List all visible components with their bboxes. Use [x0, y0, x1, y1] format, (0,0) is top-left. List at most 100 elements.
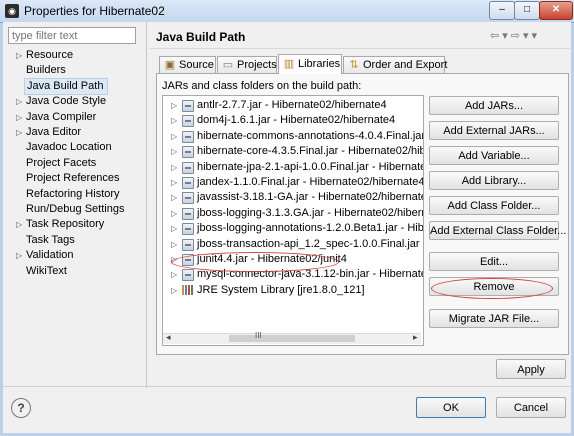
title-bar[interactable]: ◉ Properties for Hibernate02 – □ ✕ [0, 0, 574, 23]
add-external-jars-button[interactable]: Add External JARs... [429, 121, 559, 140]
forward-arrow-icon[interactable]: ⇨ [511, 30, 523, 42]
migrate-jar-button[interactable]: Migrate JAR File... [429, 309, 559, 328]
tree-item[interactable]: Run/Debug Settings [8, 202, 124, 217]
library-row[interactable]: ▷ antlr-2.7.7.jar - Hibernate02/hibernate… [163, 98, 423, 113]
expand-arrow-icon[interactable]: ▷ [171, 283, 179, 298]
minimize-button[interactable]: – [489, 1, 515, 20]
tree-item-label: Project References [26, 172, 120, 185]
page-navigation: ⇦▾⇨▾▾ [490, 29, 540, 42]
add-class-folder-button[interactable]: Add Class Folder... [429, 196, 559, 215]
tree-item[interactable]: Project Facets [8, 156, 96, 171]
filter-input[interactable] [8, 27, 136, 44]
expand-arrow-icon[interactable]: ▷ [171, 190, 179, 205]
scroll-left-arrow-icon[interactable]: ◂ [166, 332, 171, 343]
scrollbar-thumb[interactable] [229, 335, 355, 342]
library-label: javassist-3.18.1-GA.jar - Hibernate02/hi… [197, 191, 424, 204]
expand-arrow-icon[interactable]: ▷ [171, 206, 179, 221]
jars-label: JARs and class folders on the build path… [162, 80, 362, 92]
maximize-button[interactable]: □ [514, 1, 540, 20]
tab-libraries[interactable]: ▥ Libraries [278, 54, 342, 74]
tree-item-label: Validation [26, 249, 74, 262]
tree-item[interactable]: ▷ Task Repository [8, 217, 104, 232]
back-arrow-icon[interactable]: ⇦ [490, 30, 502, 42]
expand-arrow-icon[interactable]: ▷ [171, 175, 179, 190]
library-label: hibernate-jpa-2.1-api-1.0.0.Final.jar - … [197, 160, 424, 173]
jar-icon [182, 100, 194, 112]
expand-arrow-icon[interactable]: ▷ [16, 125, 24, 140]
library-label: jboss-logging-annotations-1.2.0.Beta1.ja… [197, 222, 424, 235]
tree-item-label: Java Editor [26, 126, 82, 138]
jar-icon [182, 115, 194, 128]
library-row[interactable]: ▷ javassist-3.18.1-GA.jar - Hibernate02/h… [163, 190, 424, 205]
expand-arrow-icon[interactable]: ▷ [171, 237, 179, 252]
apply-button[interactable]: Apply [496, 359, 566, 379]
library-row[interactable]: ▷ jboss-logging-annotations-1.2.0.Beta1.j… [163, 221, 424, 236]
add-library-button[interactable]: Add Library... [429, 171, 559, 190]
expand-arrow-icon[interactable]: ▷ [171, 129, 179, 144]
expand-arrow-icon[interactable]: ▷ [16, 217, 24, 232]
tree-item-label: Javadoc Location [26, 141, 112, 154]
library-row[interactable]: ▷ dom4j-1.6.1.jar - Hibernate02/hibernate… [163, 113, 423, 128]
ok-button[interactable]: OK [416, 397, 486, 418]
add-variable-button[interactable]: Add Variable... [429, 146, 559, 165]
expand-arrow-icon[interactable]: ▷ [16, 94, 24, 109]
help-icon[interactable]: ? [11, 398, 31, 418]
expand-arrow-icon[interactable]: ▷ [171, 113, 179, 128]
jar-icon [182, 161, 194, 174]
projects-icon: ▭ [222, 59, 234, 71]
tree-item[interactable]: Java Build Path [24, 77, 109, 95]
tree-item[interactable]: Builders [8, 63, 66, 78]
tree-item[interactable]: ▷ Resource [8, 48, 73, 63]
add-jars-button[interactable]: Add JARs... [429, 96, 559, 115]
libraries-icon: ▥ [283, 58, 295, 70]
pane-divider[interactable] [146, 22, 147, 388]
library-row[interactable]: ▷ hibernate-jpa-2.1-api-1.0.0.Final.jar -… [163, 160, 424, 175]
expand-arrow-icon[interactable]: ▷ [171, 98, 179, 113]
scroll-right-arrow-icon[interactable]: ▸ [413, 332, 418, 343]
library-row[interactable]: ▷ jboss-transaction-api_1.2_spec-1.0.0.Fi… [163, 237, 423, 252]
tree-item[interactable]: ▷ Java Editor [8, 125, 81, 140]
expand-arrow-icon[interactable]: ▷ [16, 110, 24, 125]
header-divider [150, 48, 570, 49]
jar-icon [182, 223, 194, 236]
close-button[interactable]: ✕ [539, 1, 573, 20]
expand-arrow-icon[interactable]: ▷ [16, 48, 24, 63]
expand-arrow-icon[interactable]: ▷ [171, 144, 179, 159]
library-row[interactable]: ▷ jboss-logging-3.1.3.GA.jar - Hibernate0… [163, 206, 423, 221]
tree-item[interactable]: WikiText [8, 264, 67, 279]
back-menu-icon[interactable]: ▾ [502, 30, 511, 42]
tab-projects[interactable]: ▭ Projects [217, 56, 277, 73]
expand-arrow-icon[interactable]: ▷ [16, 248, 24, 263]
tree-item-label: Project Facets [26, 156, 97, 169]
book-spine [182, 284, 184, 295]
library-label: hibernate-core-4.3.5.Final.jar - Hiberna… [197, 145, 424, 158]
edit-button[interactable]: Edit... [429, 252, 559, 271]
tree-item-label: Task Repository [26, 218, 105, 231]
tree-item[interactable]: ▷ Java Compiler [8, 110, 96, 125]
tree-item[interactable]: Refactoring History [8, 187, 120, 202]
tree-item[interactable]: Javadoc Location [8, 140, 112, 155]
library-row[interactable]: ▷ hibernate-commons-annotations-4.0.4.Fin… [163, 129, 423, 144]
library-list[interactable]: ▷ JRE System Library [jre1.8.0_121] ▷ mysql… [162, 95, 424, 346]
tree-item[interactable]: ▷ Validation [8, 248, 74, 263]
tree-item[interactable]: ▷ Java Code Style [8, 94, 106, 109]
cancel-button[interactable]: Cancel [496, 397, 566, 418]
forward-menu-icon[interactable]: ▾ [523, 30, 532, 42]
add-external-class-folder-button[interactable]: Add External Class Folder... [429, 221, 566, 240]
expand-arrow-icon[interactable]: ▷ [171, 221, 179, 236]
tab-source[interactable]: ▣ Source [159, 56, 216, 73]
library-row[interactable]: ▷ jandex-1.1.0.Final.jar - Hibernate02/hi… [163, 175, 423, 190]
annotation-circle-remove [431, 278, 553, 299]
tab-order-and-export[interactable]: ⇅ Order and Export [343, 56, 447, 73]
jar-icon [182, 146, 194, 159]
expand-arrow-icon[interactable]: ▷ [171, 267, 179, 282]
library-row[interactable]: ▷ hibernate-core-4.3.5.Final.jar - Hibern… [163, 144, 424, 159]
library-container-icon [182, 284, 193, 295]
expand-arrow-icon[interactable]: ▷ [171, 160, 179, 175]
book-spine [191, 284, 193, 295]
tree-item[interactable]: Project References [8, 171, 120, 186]
tree-item[interactable]: Task Tags [8, 233, 75, 248]
view-menu-icon[interactable]: ▾ [532, 30, 541, 42]
horizontal-scrollbar[interactable]: ◂ III ▸ [163, 331, 421, 344]
jre-library-row[interactable]: ▷ JRE System Library [jre1.8.0_121] [163, 283, 423, 298]
